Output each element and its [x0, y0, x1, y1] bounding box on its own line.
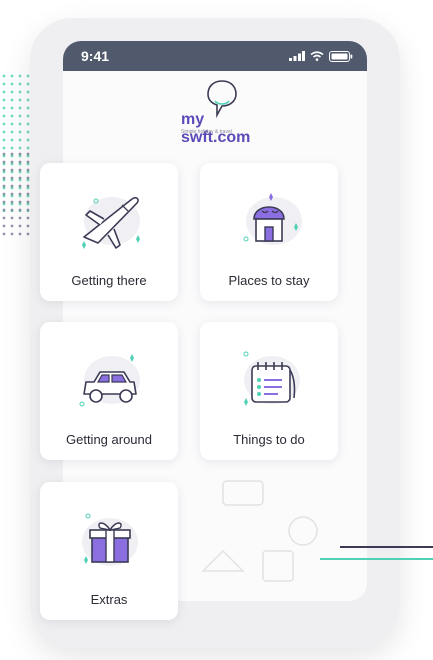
- card-label-things-to-do: Things to do: [233, 432, 305, 447]
- brand-logo[interactable]: my swft.com Simple holiday & travel: [175, 79, 255, 146]
- accent-line-dark: [340, 546, 433, 548]
- battery-icon: [329, 50, 353, 62]
- card-label-getting-there: Getting there: [71, 273, 147, 288]
- status-icons: [289, 50, 353, 62]
- car-icon: [79, 354, 140, 407]
- accent-line-teal: [320, 558, 433, 560]
- brand-tagline: Simple holiday & travel: [181, 129, 232, 135]
- app-header: my swft.com Simple holiday & travel: [63, 71, 367, 171]
- card-label-getting-around: Getting around: [65, 432, 152, 447]
- card-extras[interactable]: Extras: [40, 482, 178, 620]
- card-places-to-stay[interactable]: Places to stay: [200, 163, 338, 301]
- status-time: 9:41: [81, 48, 110, 64]
- signal-icon: [289, 51, 305, 61]
- card-label-extras: Extras: [90, 592, 128, 607]
- card-getting-there[interactable]: Getting there: [40, 163, 178, 301]
- house-icon: [243, 193, 302, 245]
- card-things-to-do[interactable]: Things to do: [200, 322, 338, 460]
- card-getting-around[interactable]: Getting around: [40, 322, 178, 460]
- calendar-icon: [243, 351, 300, 406]
- wifi-icon: [310, 51, 324, 61]
- stage: 9:41 my swft.com Simple holiday & travel…: [0, 0, 433, 660]
- gift-icon: [82, 513, 138, 566]
- card-label-places-to-stay: Places to stay: [228, 273, 310, 288]
- status-bar: 9:41: [63, 41, 367, 71]
- airplane-icon: [82, 196, 140, 249]
